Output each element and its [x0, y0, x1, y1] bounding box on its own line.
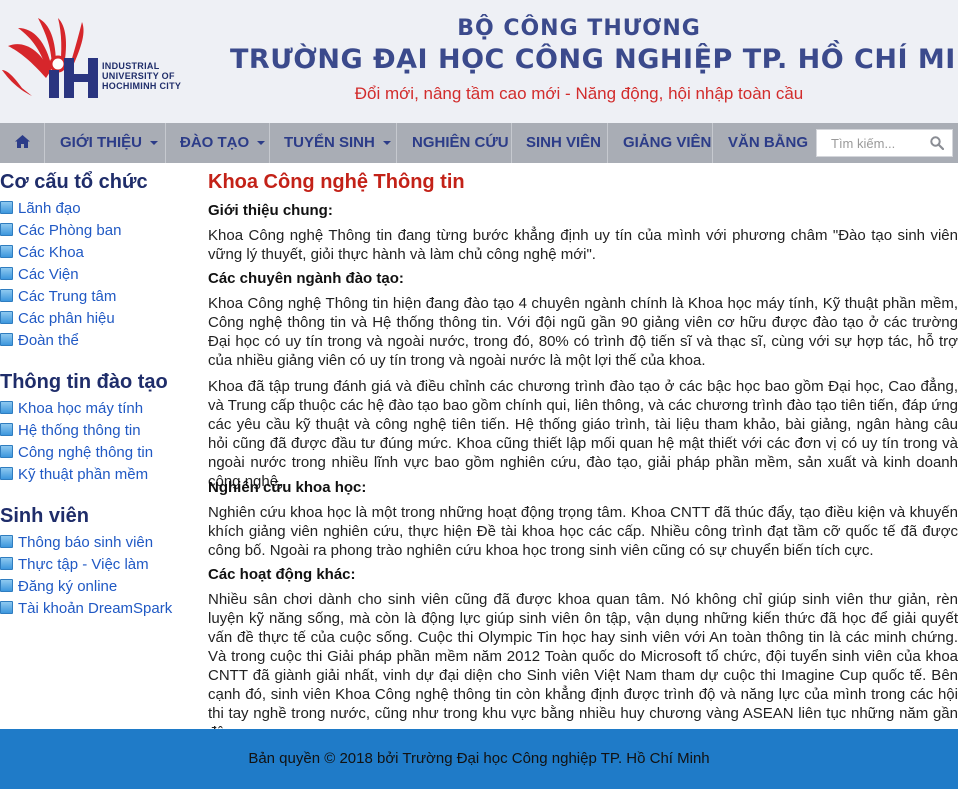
section-paragraph: Khoa Công nghệ Thông tin hiện đang đào t…: [208, 295, 958, 369]
logo-caption-line: UNIVERSITY OF: [102, 71, 175, 81]
section-paragraph: Nhiều sân chơi dành cho sinh viên cũng đ…: [208, 591, 958, 741]
sidebar-link-label: Các Viện: [18, 266, 79, 283]
sidebar-link-label: Thông báo sinh viên: [18, 534, 154, 551]
section-heading: Các chuyên ngành đào tạo:: [208, 270, 404, 287]
section-heading: Nghiên cứu khoa học:: [208, 479, 367, 496]
chevron-down-icon: [257, 141, 266, 146]
sidebar-link[interactable]: Công nghệ thông tin: [0, 443, 153, 463]
sidebar-link[interactable]: Các Trung tâm: [0, 287, 116, 307]
sidebar-heading: Thông tin đào tạo: [0, 371, 168, 393]
sidebar-link[interactable]: Khoa học máy tính: [0, 399, 143, 419]
nav-dao-tao[interactable]: ĐÀO TẠO: [180, 123, 266, 163]
nav-label: TUYỂN SINH: [284, 134, 375, 151]
search-box: [816, 129, 953, 157]
page-icon: [0, 423, 13, 436]
ministry-title: BỘ CÔNG THƯƠNG: [457, 16, 701, 41]
sidebar-link[interactable]: Lãnh đạo: [0, 199, 81, 219]
page-icon: [0, 201, 13, 214]
nav-divider: [712, 123, 713, 163]
nav-nghien-cuu[interactable]: NGHIÊN CỨU: [412, 123, 509, 163]
sidebar-link-label: Thực tập - Việc làm: [18, 556, 149, 573]
logo-caption-line: HOCHIMINH CITY: [102, 81, 182, 91]
page-icon: [0, 467, 13, 480]
sidebar-link[interactable]: Thông báo sinh viên: [0, 533, 153, 553]
nav-gioi-thieu[interactable]: GIỚI THIỆU: [60, 123, 158, 163]
copyright-text: Bản quyền © 2018 bởi Trường Đại học Công…: [248, 750, 710, 767]
sidebar-link[interactable]: Đoàn thể: [0, 331, 79, 351]
search-icon[interactable]: [930, 136, 944, 150]
nav-tuyen-sinh[interactable]: TUYỂN SINH: [284, 123, 391, 163]
sidebar-link-label: Các Phòng ban: [18, 222, 122, 239]
nav-divider: [165, 123, 166, 163]
page-icon: [0, 223, 13, 236]
sidebar-link-label: Khoa học máy tính: [18, 400, 144, 417]
university-title: TRƯỜNG ĐẠI HỌC CÔNG NGHIỆP TP. HỒ CHÍ MI…: [230, 44, 958, 75]
sidebar-link-label: Các phân hiệu: [18, 310, 115, 327]
nav-divider: [607, 123, 608, 163]
home-icon: [14, 135, 30, 148]
sidebar-link[interactable]: Kỹ thuật phần mềm: [0, 465, 148, 485]
sidebar-link-label: Hệ thống thông tin: [18, 422, 141, 439]
nav-label: ĐÀO TẠO: [180, 134, 250, 151]
page-icon: [0, 557, 13, 570]
chevron-down-icon: [382, 141, 391, 146]
search-input[interactable]: [817, 130, 927, 156]
nav-van-bang[interactable]: VĂN BẰNG: [728, 123, 808, 163]
sidebar-link[interactable]: Đăng ký online: [0, 577, 117, 597]
nav-divider: [511, 123, 512, 163]
section-heading: Các hoạt động khác:: [208, 566, 356, 583]
sidebar-heading: Cơ cấu tổ chức: [0, 171, 148, 193]
sidebar-link-label: Các Khoa: [18, 244, 84, 261]
site-footer: Bản quyền © 2018 bởi Trường Đại học Công…: [0, 729, 958, 789]
sidebar-link-label: Các Trung tâm: [18, 288, 117, 305]
site-header: INDUSTRIAL UNIVERSITY OF HOCHIMINH CITY …: [0, 0, 958, 123]
sidebar-link[interactable]: Các phân hiệu: [0, 309, 115, 329]
page-icon: [0, 535, 13, 548]
page-icon: [0, 445, 13, 458]
nav-divider: [44, 123, 45, 163]
nav-giang-vien[interactable]: GIẢNG VIÊN: [623, 123, 711, 163]
page-icon: [0, 289, 13, 302]
page-icon: [0, 333, 13, 346]
page-icon: [0, 579, 13, 592]
logo-caption: INDUSTRIAL UNIVERSITY OF HOCHIMINH CITY: [102, 61, 181, 91]
section-paragraph: Khoa đã tập trung đánh giá và điều chỉnh…: [208, 378, 958, 490]
logo-caption-line: INDUSTRIAL: [102, 61, 160, 71]
page-icon: [0, 267, 13, 280]
nav-home[interactable]: [0, 123, 44, 163]
sidebar-link[interactable]: Hệ thống thông tin: [0, 421, 141, 441]
section-paragraph: Khoa Công nghệ Thông tin đang từng bước …: [208, 227, 958, 263]
nav-divider: [396, 123, 397, 163]
nav-label: GIỚI THIỆU: [60, 134, 142, 151]
sidebar-link-label: Công nghệ thông tin: [18, 444, 154, 461]
nav-sinh-vien[interactable]: SINH VIÊN: [526, 123, 601, 163]
page-icon: [0, 601, 13, 614]
sidebar-link-label: Đoàn thể: [18, 332, 79, 349]
sidebar-link-label: Tài khoản DreamSpark: [18, 600, 173, 617]
nav-divider: [269, 123, 270, 163]
section-paragraph: Nghiên cứu khoa học là một trong những h…: [208, 504, 958, 559]
sidebar-link[interactable]: Các Phòng ban: [0, 221, 121, 241]
sidebar-link[interactable]: Các Viện: [0, 265, 79, 285]
sidebar-heading: Sinh viên: [0, 505, 89, 527]
sidebar-link[interactable]: Thực tập - Việc làm: [0, 555, 149, 575]
main-nav: GIỚI THIỆU ĐÀO TẠO TUYỂN SINH NGHIÊN CỨU…: [0, 123, 958, 163]
page-icon: [0, 245, 13, 258]
sidebar-link-label: Lãnh đạo: [18, 200, 81, 217]
sidebar-link-label: Kỹ thuật phần mềm: [18, 466, 149, 483]
sidebar-link[interactable]: Các Khoa: [0, 243, 84, 263]
page-title: Khoa Công nghệ Thông tin: [208, 171, 465, 193]
page-icon: [0, 311, 13, 324]
sidebar-link-label: Đăng ký online: [18, 578, 118, 595]
chevron-down-icon: [149, 141, 158, 146]
sidebar-link[interactable]: Tài khoản DreamSpark: [0, 599, 172, 619]
page-icon: [0, 401, 13, 414]
slogan: Đổi mới, nâng tầm cao mới - Năng động, h…: [354, 84, 804, 103]
section-heading: Giới thiệu chung:: [208, 202, 333, 219]
